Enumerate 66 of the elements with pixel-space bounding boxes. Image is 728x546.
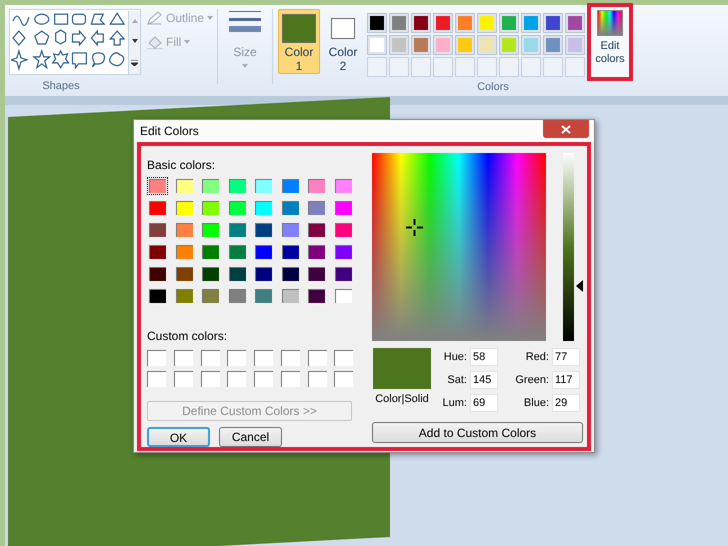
spectrum-icon: [597, 10, 623, 36]
custom-color-swatch[interactable]: [227, 371, 246, 387]
gallery-scrollbar[interactable]: [128, 11, 140, 74]
empty-swatch[interactable]: [521, 57, 541, 77]
group-label: Colors: [477, 80, 509, 95]
value-input[interactable]: 69: [470, 394, 498, 412]
color-spectrum[interactable]: [372, 153, 546, 341]
custom-color-swatch[interactable]: [227, 350, 246, 366]
cancel-button[interactable]: Cancel: [219, 427, 282, 447]
field-label: Sat:: [447, 372, 467, 388]
empty-swatch[interactable]: [543, 57, 563, 77]
empty-swatch[interactable]: [455, 57, 475, 77]
value-input[interactable]: 145: [470, 371, 498, 389]
value-input[interactable]: 77: [552, 348, 580, 366]
expand-icon[interactable]: [131, 60, 138, 66]
custom-color-swatch[interactable]: [334, 371, 354, 387]
edit-colors-button[interactable]: Edit colors: [591, 7, 629, 77]
empty-swatch[interactable]: [477, 57, 497, 77]
custom-color-swatch[interactable]: [254, 350, 273, 366]
bucket-icon: [146, 35, 163, 49]
line-width-icon: [229, 9, 261, 35]
color-button[interactable]: Color 1: [278, 9, 320, 74]
dropdown-caret-icon: [242, 64, 248, 68]
custom-color-swatch[interactable]: [200, 371, 220, 387]
pencil-icon: [146, 11, 163, 25]
custom-color-swatch[interactable]: [174, 371, 193, 387]
dropdown-caret-icon: [184, 40, 190, 44]
custom-color-swatch[interactable]: [174, 350, 193, 366]
crosshair-icon: [405, 218, 424, 238]
custom-color-swatch[interactable]: [308, 371, 326, 387]
empty-swatch[interactable]: [367, 57, 387, 77]
value-input[interactable]: 117: [552, 371, 580, 389]
custom-color-swatch[interactable]: [147, 350, 166, 366]
add-to-custom-colors-button[interactable]: Add to Custom Colors: [372, 422, 583, 443]
custom-color-swatch[interactable]: [280, 350, 300, 366]
color-button[interactable]: Color 2: [322, 9, 364, 74]
section-label: Custom colors:: [147, 328, 228, 345]
custom-color-swatch[interactable]: [200, 350, 220, 366]
field-label: Lum:: [442, 396, 467, 411]
preview-label: Color|Solid: [375, 392, 429, 407]
custom-color-swatch[interactable]: [280, 371, 300, 387]
field-label: Hue:: [444, 350, 467, 365]
close-icon: [561, 124, 571, 134]
group-label: Shapes: [42, 80, 80, 93]
value-input[interactable]: 58: [470, 348, 498, 366]
empty-swatch[interactable]: [499, 57, 519, 77]
ok-button[interactable]: OK: [147, 427, 210, 447]
slider-arrow-icon[interactable]: [576, 280, 583, 292]
dropdown-caret-icon: [207, 16, 214, 20]
custom-color-swatch[interactable]: [334, 350, 354, 366]
scroll-down-icon[interactable]: [132, 39, 138, 44]
custom-color-swatch[interactable]: [308, 350, 326, 366]
field-label: Red:: [526, 350, 549, 365]
close-button[interactable]: [543, 120, 589, 138]
empty-swatch[interactable]: [433, 57, 453, 77]
empty-swatch[interactable]: [565, 57, 585, 77]
custom-color-swatch[interactable]: [147, 371, 166, 387]
empty-swatch[interactable]: [411, 57, 431, 77]
value-input[interactable]: 29: [552, 394, 580, 412]
custom-color-swatch[interactable]: [254, 371, 273, 387]
dialog-title: Edit Colors: [140, 123, 199, 140]
luminance-slider[interactable]: [563, 153, 583, 341]
field-label: Blue:: [524, 396, 549, 411]
field-label: Green:: [515, 372, 549, 388]
section-label: Basic colors:: [147, 157, 216, 174]
empty-swatch[interactable]: [389, 57, 409, 77]
